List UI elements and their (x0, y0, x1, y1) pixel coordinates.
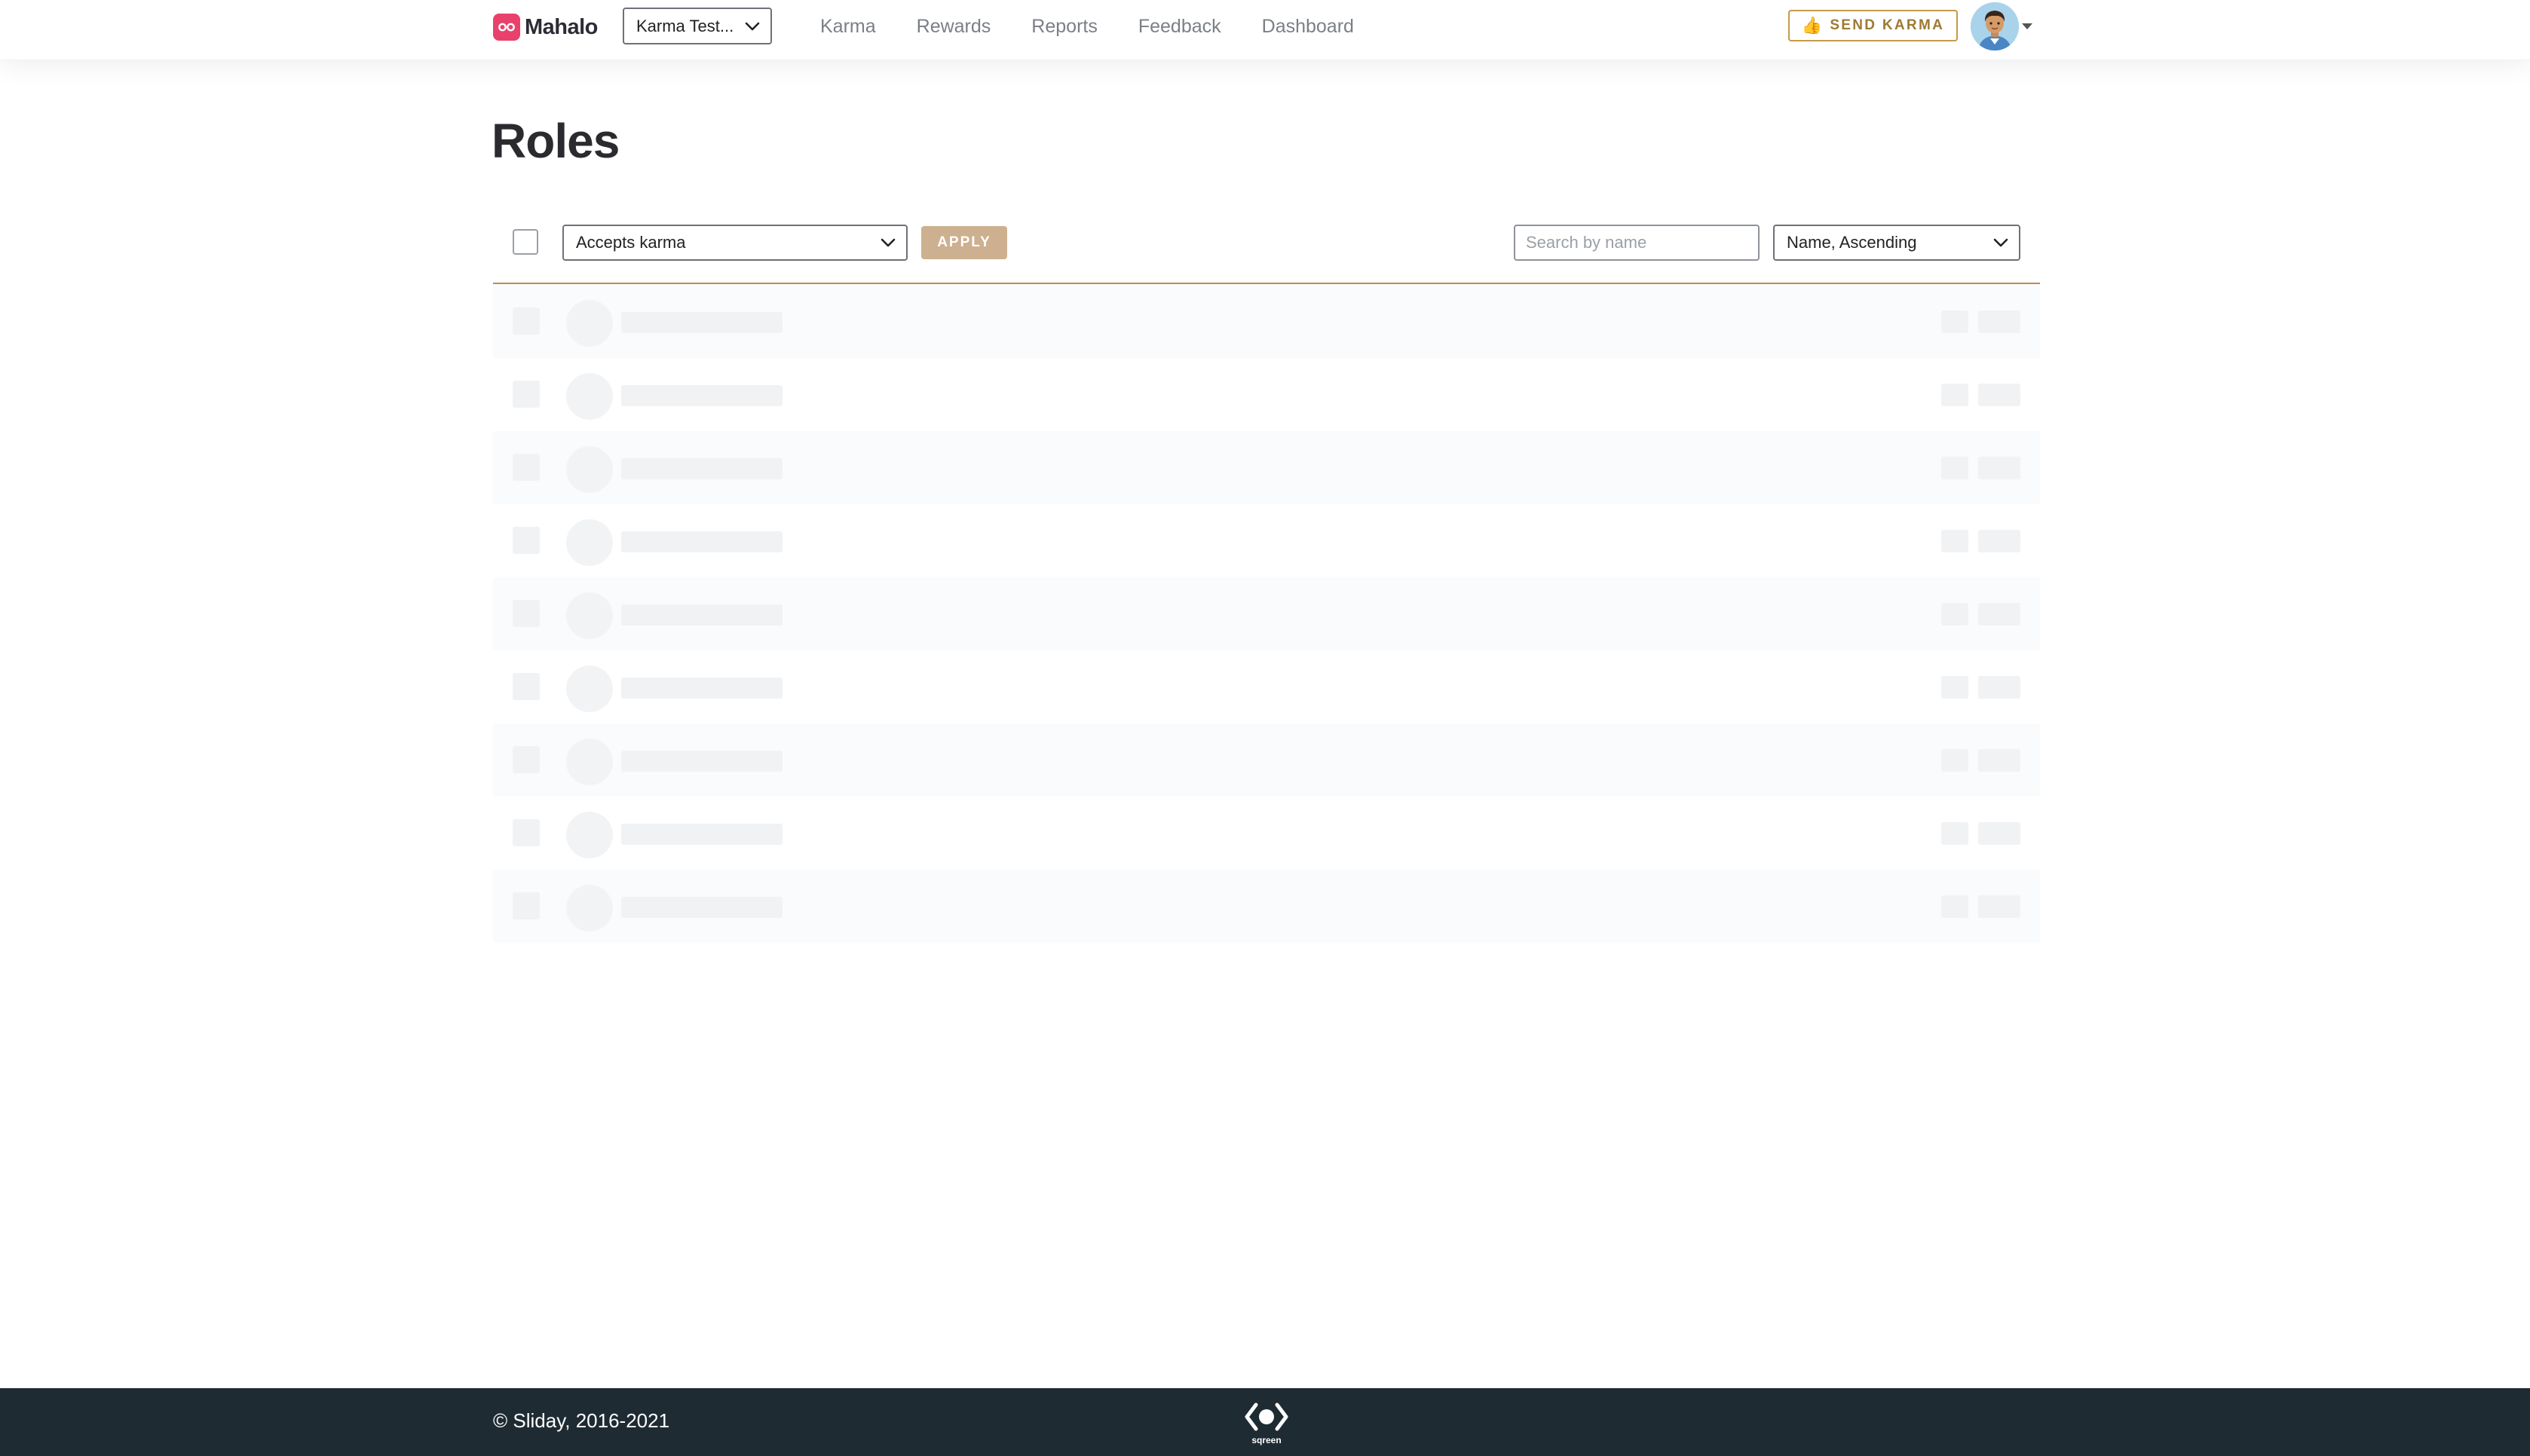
skeleton-name (621, 897, 783, 918)
skeleton-row (493, 723, 2040, 797)
skeleton-action (1941, 603, 1968, 626)
skeleton-avatar (566, 446, 613, 493)
skeleton-checkbox (513, 527, 540, 554)
skeleton-row (493, 285, 2040, 358)
skeleton-row (493, 870, 2040, 943)
chevron-down-icon (1993, 238, 2008, 247)
skeleton-checkbox (513, 673, 540, 700)
nav-rewards[interactable]: Rewards (917, 16, 991, 38)
apply-button[interactable]: APPLY (921, 226, 1007, 259)
skeleton-action (1941, 822, 1968, 845)
skeleton-action (1978, 895, 2020, 918)
organization-select-value: Karma Test... (636, 16, 734, 35)
skeleton-checkbox (513, 454, 540, 481)
skeleton-name (621, 824, 783, 845)
roles-list (493, 285, 2040, 943)
skeleton-action (1978, 603, 2020, 626)
skeleton-avatar (566, 300, 613, 347)
skeleton-action (1978, 384, 2020, 406)
list-toolbar: Accepts karma APPLY Name, Ascending (493, 219, 2040, 286)
skeleton-avatar (566, 739, 613, 785)
chevron-down-icon (745, 22, 760, 30)
user-menu-caret-icon[interactable] (2022, 23, 2032, 29)
top-navbar: Mahalo Karma Test... Karma Rewards Repor… (0, 0, 2530, 60)
skeleton-avatar (566, 812, 613, 858)
skeleton-name (621, 531, 783, 552)
skeleton-action (1941, 384, 1968, 406)
skeleton-action (1941, 676, 1968, 699)
footer: © Sliday, 2016-2021 sqreen (0, 1388, 2530, 1456)
skeleton-row (493, 504, 2040, 577)
skeleton-name (621, 312, 783, 333)
copyright: © Sliday, 2016-2021 (493, 1409, 670, 1432)
nav-reports[interactable]: Reports (1031, 16, 1098, 38)
skeleton-checkbox (513, 819, 540, 846)
skeleton-checkbox (513, 307, 540, 335)
thumbs-up-icon: 👍 (1801, 16, 1823, 35)
sort-select[interactable]: Name, Ascending (1773, 225, 2020, 261)
bulk-action-value: Accepts karma (576, 233, 686, 252)
skeleton-row (493, 358, 2040, 431)
skeleton-avatar (566, 885, 613, 931)
toolbar-divider (493, 283, 2040, 284)
chevron-down-icon (881, 238, 896, 247)
skeleton-action (1941, 749, 1968, 772)
sqreen-logo-icon (1245, 1402, 1288, 1431)
sqreen-label: sqreen (1251, 1435, 1282, 1445)
skeleton-action (1978, 822, 2020, 845)
skeleton-name (621, 458, 783, 479)
brand-name: Mahalo (525, 14, 598, 39)
skeleton-name (621, 751, 783, 772)
skeleton-action (1978, 676, 2020, 699)
skeleton-row (493, 797, 2040, 870)
skeleton-row (493, 431, 2040, 504)
skeleton-action (1941, 310, 1968, 333)
skeleton-checkbox (513, 600, 540, 627)
send-karma-label: SEND KARMA (1830, 17, 1945, 33)
nav-karma[interactable]: Karma (820, 16, 876, 38)
organization-select[interactable]: Karma Test... (623, 8, 772, 44)
skeleton-checkbox (513, 381, 540, 408)
search-input[interactable] (1514, 225, 1760, 261)
main-nav: Karma Rewards Reports Feedback Dashboard (820, 0, 1395, 53)
skeleton-checkbox (513, 746, 540, 773)
skeleton-avatar (566, 665, 613, 712)
sqreen-badge[interactable]: sqreen (1236, 1400, 1297, 1450)
select-all-checkbox[interactable] (513, 229, 538, 255)
send-karma-button[interactable]: 👍 SEND KARMA (1788, 10, 1958, 41)
skeleton-action (1941, 530, 1968, 552)
skeleton-avatar (566, 519, 613, 566)
nav-dashboard[interactable]: Dashboard (1262, 16, 1354, 38)
skeleton-avatar (566, 373, 613, 420)
skeleton-action (1941, 457, 1968, 479)
skeleton-row (493, 577, 2040, 650)
skeleton-row (493, 650, 2040, 723)
skeleton-name (621, 604, 783, 626)
skeleton-name (621, 385, 783, 406)
skeleton-action (1978, 310, 2020, 333)
skeleton-action (1941, 895, 1968, 918)
brand[interactable]: Mahalo (493, 14, 598, 41)
nav-feedback[interactable]: Feedback (1138, 16, 1221, 38)
skeleton-name (621, 678, 783, 699)
page-title: Roles (492, 114, 620, 168)
skeleton-action (1978, 530, 2020, 552)
skeleton-avatar (566, 592, 613, 639)
skeleton-checkbox (513, 892, 540, 919)
skeleton-action (1978, 749, 2020, 772)
sort-value: Name, Ascending (1787, 233, 1917, 252)
mahalo-logo-icon (493, 14, 520, 41)
skeleton-action (1978, 457, 2020, 479)
avatar-image (1971, 2, 2019, 50)
bulk-action-select[interactable]: Accepts karma (562, 225, 908, 261)
user-avatar[interactable] (1971, 2, 2019, 50)
